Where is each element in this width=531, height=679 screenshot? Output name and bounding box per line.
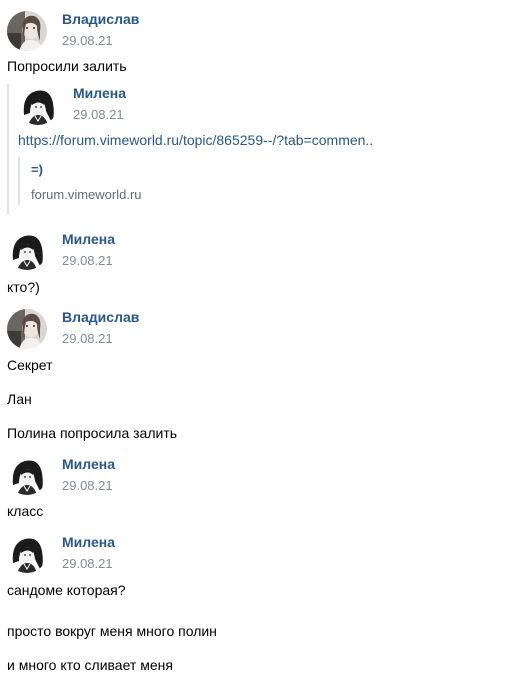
link-snippet-title[interactable]: =) (31, 161, 43, 179)
message-date[interactable]: 29.08.21 (62, 331, 113, 347)
message-text: кто?) (7, 279, 40, 295)
anime-girl-avatar[interactable] (18, 85, 58, 125)
message-date[interactable]: 29.08.21 (62, 253, 113, 269)
forwarded-author[interactable]: Милена (73, 84, 126, 102)
anime-girl-avatar[interactable] (7, 455, 47, 495)
message-author[interactable]: Милена (62, 533, 115, 551)
message-date[interactable]: 29.08.21 (62, 33, 113, 49)
message-author[interactable]: Милена (62, 230, 115, 248)
message-text: Попросили залить (7, 58, 127, 74)
message-text: Секрет (7, 357, 53, 373)
anime-girl-avatar[interactable] (7, 230, 47, 270)
forwarded-quote-bar (7, 84, 9, 214)
user-photo-avatar[interactable] (7, 309, 47, 349)
message-text: Лан (7, 391, 32, 407)
anime-girl-avatar[interactable] (7, 533, 47, 573)
message-text: класс (7, 503, 44, 519)
link-snippet-domain[interactable]: forum.vimeworld.ru (31, 186, 142, 204)
message-text: Полина попросила залить (7, 425, 178, 441)
forwarded-link[interactable]: https://forum.vimeworld.ru/topic/865259-… (18, 131, 373, 149)
message-date[interactable]: 29.08.21 (62, 478, 113, 494)
snippet-quote-bar (18, 157, 20, 205)
user-photo-avatar[interactable] (7, 11, 47, 51)
message-date[interactable]: 29.08.21 (62, 556, 113, 572)
forwarded-date[interactable]: 29.08.21 (73, 107, 124, 123)
message-text: сандоме которая? (7, 582, 126, 598)
message-author[interactable]: Милена (62, 455, 115, 473)
message-author[interactable]: Владислав (62, 10, 139, 28)
message-text: просто вокруг меня много полин (7, 623, 217, 639)
message-text: и много кто сливает меня (7, 657, 173, 673)
message-author[interactable]: Владислав (62, 308, 139, 326)
